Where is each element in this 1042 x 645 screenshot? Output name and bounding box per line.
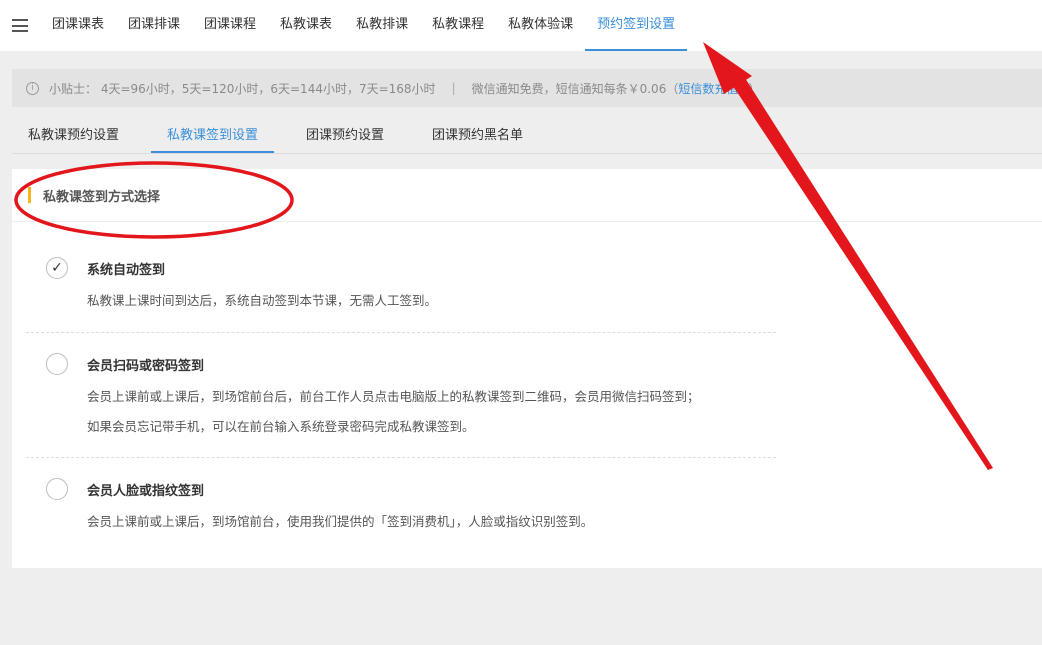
subtab-group-booking-settings[interactable]: 团课预约设置 (290, 121, 400, 153)
tab-group-class-arrange[interactable]: 团课排课 (116, 0, 192, 51)
section-accent-bar (28, 187, 31, 203)
option-desc: 会员上课前或上课后，到场馆前台后，前台工作人员点击电脑版上的私教课签到二维码，会… (87, 389, 700, 404)
option-divider (26, 457, 776, 458)
option-desc: 私教课上课时间到达后，系统自动签到本节课，无需人工签到。 (87, 293, 438, 308)
tab-group-class-courses[interactable]: 团课课程 (192, 0, 268, 51)
option-divider (26, 332, 776, 333)
tab-private-class-courses[interactable]: 私教课程 (420, 0, 496, 51)
settings-subtabs: 私教课预约设置 私教课签到设置 团课预约设置 团课预约黑名单 (12, 121, 1042, 154)
tab-private-trial-class[interactable]: 私教体验课 (496, 0, 585, 51)
tab-private-class-schedule[interactable]: 私教课表 (268, 0, 344, 51)
hamburger-menu-icon[interactable] (12, 19, 28, 32)
radio-scan-or-password[interactable] (46, 353, 68, 375)
sms-recharge-link[interactable]: 短信数充值→ (678, 80, 748, 97)
check-icon: ✓ (51, 260, 63, 276)
option-desc: 会员上课前或上课后，到场馆前台，使用我们提供的「签到消费机」，人脸或指纹识别签到… (87, 514, 594, 529)
tip-hours-text: 小贴士： 4天=96小时，5天=120小时，6天=144小时，7天=168小时 (49, 81, 436, 96)
radio-face-or-fingerprint[interactable] (46, 478, 68, 500)
tip-close-paren: ） (748, 81, 761, 96)
tip-notice-text: 微信通知免费，短信通知每条￥0.06（ (471, 81, 679, 96)
top-tabs: 团课课表 团课排课 团课课程 私教课表 私教排课 私教课程 私教体验课 预约签到… (40, 0, 688, 51)
section-title: 私教课签到方式选择 (43, 189, 161, 205)
checkin-settings-panel: 私教课签到方式选择 ✓ 系统自动签到 私教课上课时间到达后，系统自动签到本节课，… (12, 169, 1042, 568)
tab-booking-checkin-settings[interactable]: 预约签到设置 (585, 0, 688, 51)
subtab-group-booking-blacklist[interactable]: 团课预约黑名单 (416, 121, 539, 153)
option-desc: 如果会员忘记带手机，可以在前台输入系统登录密码完成私教课签到。 (87, 419, 475, 434)
top-navigation: 团课课表 团课排课 团课课程 私教课表 私教排课 私教课程 私教体验课 预约签到… (0, 0, 1042, 51)
subtab-private-booking-settings[interactable]: 私教课预约设置 (12, 121, 135, 153)
subtab-private-checkin-settings[interactable]: 私教课签到设置 (151, 121, 275, 153)
section-header: 私教课签到方式选择 (12, 169, 1042, 222)
radio-auto-checkin[interactable]: ✓ (46, 257, 68, 279)
tip-bar: i 小贴士： 4天=96小时，5天=120小时，6天=144小时，7天=168小… (12, 69, 1042, 107)
option-title: 会员人脸或指纹签到 (87, 484, 205, 499)
tab-group-class-schedule[interactable]: 团课课表 (40, 0, 116, 51)
tip-separator: | (451, 81, 456, 95)
option-title: 系统自动签到 (87, 263, 166, 278)
info-icon: i (26, 81, 39, 95)
option-title: 会员扫码或密码签到 (87, 359, 205, 374)
tab-private-class-arrange[interactable]: 私教排课 (344, 0, 420, 51)
